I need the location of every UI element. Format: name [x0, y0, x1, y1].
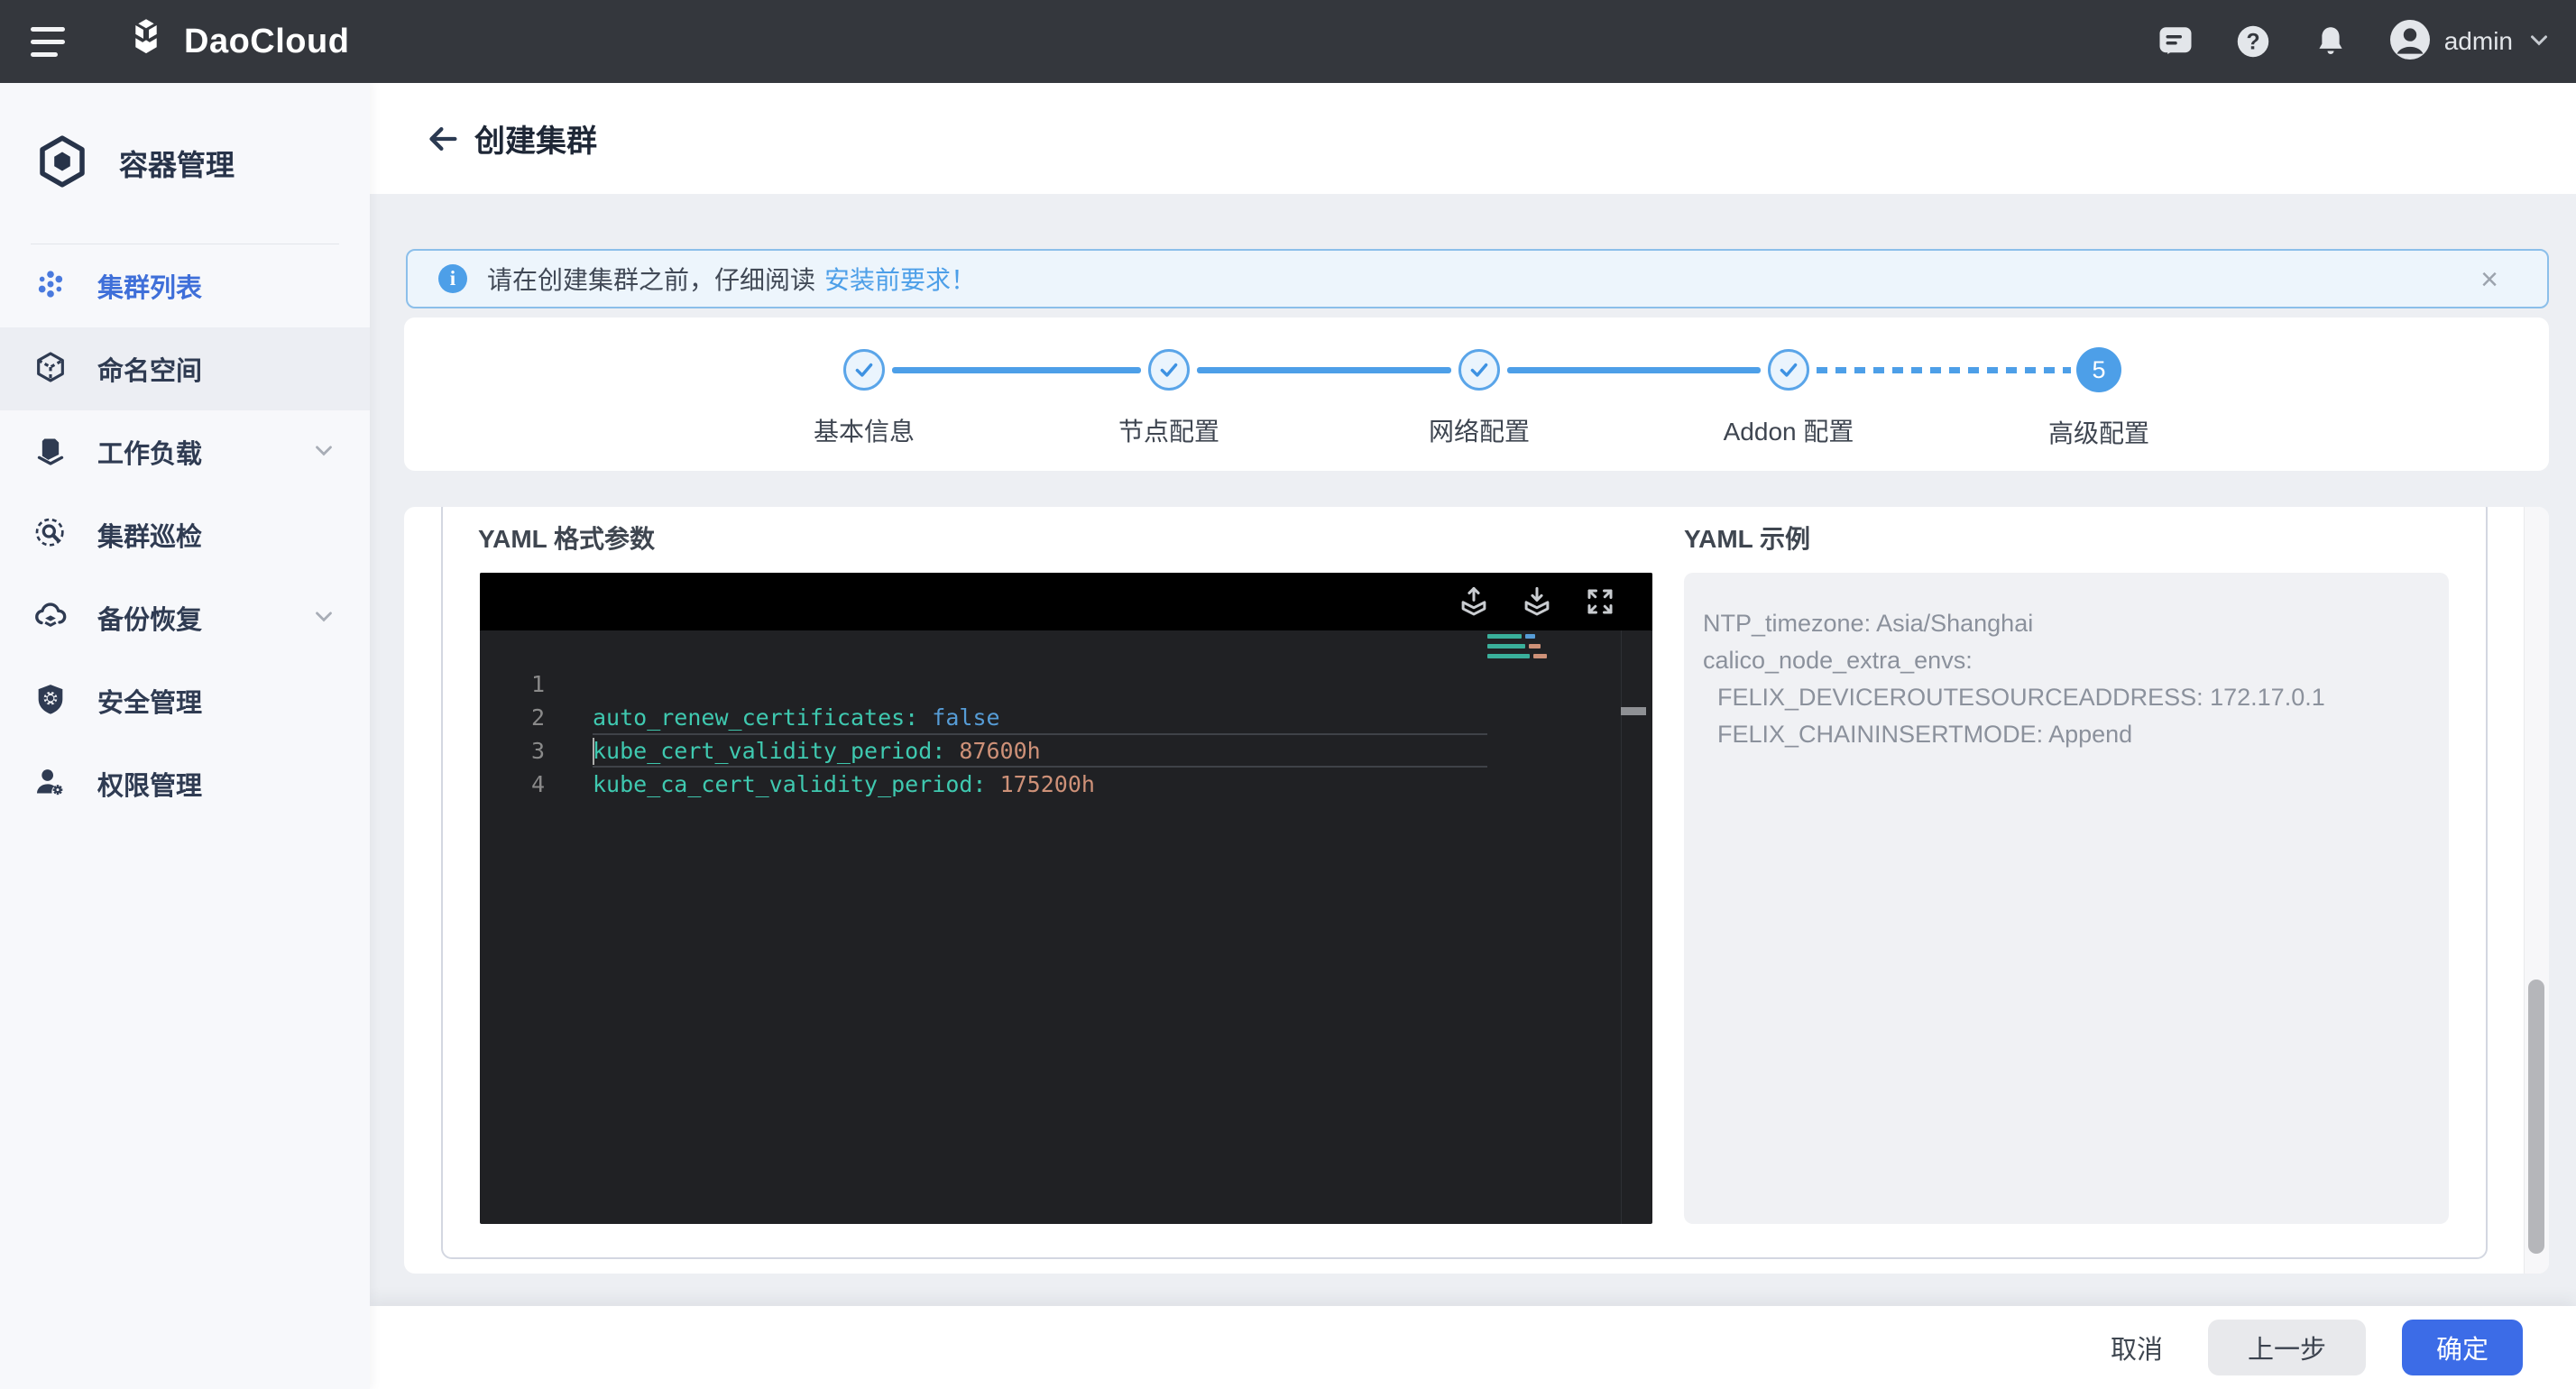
daocloud-cube-icon: [123, 16, 170, 68]
chevron-down-icon: [310, 603, 337, 634]
code-line: 4: [480, 734, 1652, 768]
cluster-dots-icon: [32, 266, 69, 307]
topbar: DaoCloud ? admin: [0, 0, 2576, 83]
sidebar-item-namespace[interactable]: 命名空间: [0, 327, 370, 410]
chevron-down-icon: [310, 437, 337, 468]
app-root: DaoCloud ? admin: [0, 0, 2576, 1389]
messages-icon[interactable]: [2156, 22, 2195, 61]
editor-minimap-slider[interactable]: [1621, 707, 1646, 715]
yaml-value: 175200h: [1000, 771, 1095, 797]
sidebar-item-label: 备份恢复: [97, 599, 202, 637]
sidebar-item-label: 工作负载: [97, 433, 202, 471]
footer-action-bar: 取消 上一步 确定: [370, 1306, 2576, 1389]
sidebar-item-backup-restore[interactable]: 备份恢复: [0, 576, 370, 659]
yaml-params-title: YAML 格式参数: [478, 520, 655, 556]
sidebar-item-label: 命名空间: [97, 350, 202, 388]
editor-scrollbar-divider: [1621, 630, 1622, 1224]
step-done-check-icon: [843, 349, 885, 391]
help-icon[interactable]: ?: [2233, 22, 2273, 61]
avatar: [2388, 18, 2432, 66]
info-icon: i: [438, 264, 467, 293]
yaml-example-box: NTP_timezone: Asia/Shanghai calico_node_…: [1684, 573, 2449, 1224]
page-header: 创建集群: [370, 83, 2576, 194]
advanced-config-card: YAML 格式参数: [441, 507, 2488, 1259]
fullscreen-expand-icon[interactable]: [1582, 584, 1618, 620]
info-alert: i 请在创建集群之前，仔细阅读 安装前要求！ ×: [406, 249, 2549, 308]
download-icon[interactable]: [1519, 584, 1555, 620]
step-label: 节点配置: [1043, 412, 1295, 448]
namespace-cube-icon: [32, 349, 69, 390]
step-label: 网络配置: [1353, 412, 1605, 448]
panel-scrollbar-track[interactable]: [2524, 507, 2549, 1274]
step-label: 基本信息: [738, 412, 990, 448]
panel-scrollbar-thumb[interactable]: [2528, 980, 2544, 1254]
example-line: NTP_timezone: Asia/Shanghai: [1703, 605, 2431, 642]
sidebar-item-label: 权限管理: [97, 765, 202, 803]
username: admin: [2444, 27, 2513, 56]
sidebar-item-workloads[interactable]: 工作负载: [0, 410, 370, 493]
alert-message: 请在创建集群之前，仔细阅读: [487, 261, 815, 297]
step-done-check-icon: [1768, 349, 1809, 391]
container-management-icon: [32, 132, 92, 196]
previous-step-button[interactable]: 上一步: [2208, 1320, 2366, 1375]
code-line: 2 kube_cert_validity_period: 87600h: [480, 667, 1652, 701]
sidebar-item-label: 集群巡检: [97, 516, 202, 554]
code-line: 1 auto_renew_certificates: false: [480, 634, 1652, 667]
cancel-button[interactable]: 取消: [2102, 1320, 2172, 1375]
topbar-actions: ? admin: [2156, 0, 2553, 83]
stepper: 基本信息 节点配置 网络配置 Addon 配置 5 高级配置: [404, 317, 2549, 471]
pre-install-requirements-link[interactable]: 安装前要求！: [824, 261, 976, 297]
step-network-config[interactable]: 网络配置: [1353, 349, 1605, 448]
sidebar-item-cluster-inspection[interactable]: 集群巡检: [0, 493, 370, 576]
step-node-config[interactable]: 节点配置: [1043, 349, 1295, 448]
step-done-check-icon: [1148, 349, 1190, 391]
code-line: 3 kube_ca_cert_validity_period: 175200h: [480, 701, 1652, 734]
step-addon-config[interactable]: Addon 配置: [1662, 349, 1915, 448]
inspection-magnifier-icon: [32, 515, 69, 556]
workload-layers-icon: [32, 432, 69, 473]
editor-minimap: [1487, 634, 1550, 658]
brand-name: DaoCloud: [184, 23, 349, 61]
upload-icon[interactable]: [1456, 584, 1492, 620]
step-done-check-icon: [1458, 349, 1500, 391]
line-number: 4: [480, 768, 545, 801]
alert-close-icon[interactable]: ×: [2473, 263, 2506, 296]
editor-lines: 1 auto_renew_certificates: false 2 kube_…: [480, 634, 1652, 768]
notifications-bell-icon[interactable]: [2311, 22, 2351, 61]
sidebar-item-security-management[interactable]: 安全管理: [0, 659, 370, 742]
page-title: 创建集群: [474, 116, 597, 161]
user-menu[interactable]: admin: [2388, 18, 2553, 66]
sidebar-item-label: 安全管理: [97, 682, 202, 720]
yaml-example-title: YAML 示例: [1684, 520, 1810, 556]
hamburger-menu-icon[interactable]: [31, 22, 70, 61]
step-advanced-config[interactable]: 5 高级配置: [1973, 347, 2225, 450]
example-line: calico_node_extra_envs:: [1703, 642, 2431, 679]
brand-logo: DaoCloud: [123, 16, 349, 68]
step-basic-info[interactable]: 基本信息: [738, 349, 990, 448]
sidebar-item-permission-management[interactable]: 权限管理: [0, 742, 370, 825]
back-arrow-icon[interactable]: [422, 118, 464, 160]
confirm-button[interactable]: 确定: [2402, 1320, 2523, 1375]
step-content-panel: YAML 格式参数: [404, 507, 2549, 1274]
main-content: 创建集群 i 请在创建集群之前，仔细阅读 安装前要求！ × 基本信息 节点配置: [370, 83, 2576, 1389]
sidebar-module-header[interactable]: 容器管理: [0, 83, 370, 244]
sidebar-module-title: 容器管理: [119, 143, 235, 184]
editor-code-area[interactable]: 1 auto_renew_certificates: false 2 kube_…: [480, 630, 1652, 1224]
example-line: FELIX_CHAININSERTMODE: Append: [1703, 716, 2431, 753]
backup-cloud-icon: [32, 598, 69, 639]
step-label: Addon 配置: [1662, 412, 1915, 448]
step-number-badge: 5: [2076, 347, 2121, 392]
example-line: FELIX_DEVICEROUTESOURCEADDRESS: 172.17.0…: [1703, 679, 2431, 716]
yaml-editor[interactable]: 1 auto_renew_certificates: false 2 kube_…: [480, 573, 1652, 1224]
sidebar-item-cluster-list[interactable]: 集群列表: [0, 244, 370, 327]
permission-user-gear-icon: [32, 764, 69, 805]
sidebar: 容器管理 集群列表 命名空间 工作负载: [0, 83, 370, 1389]
security-shield-icon: [32, 681, 69, 722]
editor-toolbar: [480, 573, 1652, 630]
step-label: 高级配置: [1973, 414, 2225, 450]
sidebar-item-label: 集群列表: [97, 267, 202, 305]
svg-text:?: ?: [2246, 30, 2259, 54]
user-chevron-down-icon: [2525, 26, 2553, 58]
